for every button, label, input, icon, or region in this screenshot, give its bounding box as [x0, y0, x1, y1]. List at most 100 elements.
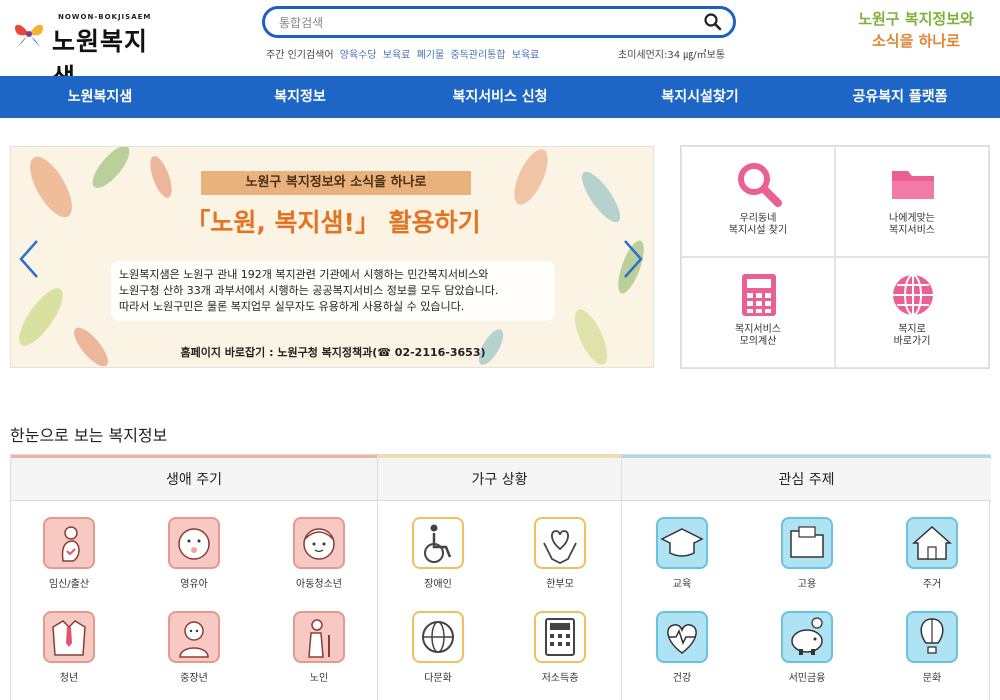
piggy-bank-icon: [781, 611, 833, 663]
tile-disabled[interactable]: 장애인: [398, 517, 478, 590]
graduation-cap-icon: [656, 517, 708, 569]
slogan-line-1: 노원구 복지정보와: [858, 10, 974, 28]
section-title: 한눈으로 보는 복지정보: [10, 426, 168, 445]
pregnancy-icon: [43, 517, 95, 569]
tile-label: 청년: [59, 673, 79, 684]
tile-label: 고용: [797, 579, 817, 590]
search-box: [262, 6, 736, 38]
tile-label: 서민금융: [788, 673, 826, 684]
globe-icon: [893, 274, 933, 316]
banner-prev-arrow-icon[interactable]: [17, 239, 41, 279]
tile-label: 중장년: [180, 673, 208, 684]
popular-keywords: 주간 인기검색어 양육수당 보육료 폐기물 중독관리통합 보육료: [266, 46, 539, 61]
quick-link-label: 나에게맞는: [889, 213, 935, 224]
quick-link-calculator[interactable]: 복지서비스 모의계산: [681, 257, 835, 368]
slogan: 노원구 복지정보와 소식을 하나로: [846, 8, 986, 52]
banner-contact: 홈페이지 바로잡기 : 노원구청 복지정책과(☎ 02-2116-3653): [180, 346, 486, 359]
tile-label: 교육: [672, 579, 692, 590]
quick-link-label: 복지시설 찾기: [728, 225, 788, 236]
nav-item-welfare-info[interactable]: 복지정보: [200, 76, 400, 118]
quick-link-label: 복지로: [898, 324, 926, 335]
tile-youth[interactable]: 아동청소년: [279, 517, 359, 590]
tile-young-adult[interactable]: 청년: [29, 611, 109, 684]
folder-icon: [781, 517, 833, 569]
slogan-line-2: 소식을 하나로: [871, 32, 961, 50]
banner-description: 노원복지샘은 노원구 관내 192개 복지관련 기관에서 시행하는 민간복지서비…: [111, 261, 555, 321]
quick-link-label: 우리동네: [739, 213, 777, 224]
nav-item-facility-search[interactable]: 복지시설찾기: [600, 76, 800, 118]
tile-infant[interactable]: 영유아: [154, 517, 234, 590]
tile-label: 임신/출산: [48, 579, 90, 590]
column-header-interests[interactable]: 관심 주제: [622, 455, 991, 501]
quick-links: 우리동네 복지시설 찾기 나에게맞는 복지서비스 복지서비스 모의계산 복지로 …: [680, 145, 990, 369]
popular-keyword-link[interactable]: 보육료: [512, 50, 540, 61]
tile-housing[interactable]: 주거: [892, 517, 972, 590]
popular-keyword-link[interactable]: 보육료: [383, 50, 411, 61]
tile-culture[interactable]: 문화: [892, 611, 972, 684]
tile-label: 주거: [922, 579, 942, 590]
infant-icon: [168, 517, 220, 569]
quick-link-label: 복지서비스: [889, 225, 935, 236]
column-interests: 관심 주제 교육 고용 주거 건강 서민금융 문화: [621, 455, 991, 700]
tile-single-parent[interactable]: 한부모: [520, 517, 600, 590]
column-header-household[interactable]: 가구 상황: [378, 455, 621, 501]
nav-item-shared-platform[interactable]: 공유복지 플랫폼: [800, 76, 1000, 118]
quick-link-facility-search[interactable]: 우리동네 복지시설 찾기: [681, 146, 835, 257]
tile-label: 한부모: [546, 579, 574, 590]
calculator-icon: [534, 611, 586, 663]
column-header-life-cycle[interactable]: 생애 주기: [11, 455, 377, 501]
quick-link-label: 복지서비스: [735, 324, 781, 335]
tile-employment[interactable]: 고용: [767, 517, 847, 590]
welfare-info-panel: 생애 주기 임신/출산 영유아 아동청소년 청년 중장년 노인 가구 상황 장애…: [10, 454, 991, 700]
popular-keywords-label: 주간 인기검색어: [266, 50, 334, 61]
column-household: 가구 상황 장애인 한부모 다문화 저소득층: [377, 455, 621, 700]
site-header: NOWON-BOKJISAEM 노원복지샘 주간 인기검색어 양육수당 보육료 …: [0, 0, 1000, 92]
quick-link-my-services[interactable]: 나에게맞는 복지서비스: [835, 146, 989, 257]
tile-label: 노인: [309, 673, 329, 684]
elderly-icon: [293, 611, 345, 663]
child-icon: [293, 517, 345, 569]
banner-ribbon: 노원구 복지정보와 소식을 하나로: [201, 171, 471, 195]
banner-next-arrow-icon[interactable]: [621, 239, 645, 279]
tile-low-income[interactable]: 저소득층: [520, 611, 600, 684]
tile-label: 장애인: [424, 579, 452, 590]
globe-icon: [412, 611, 464, 663]
logo-english-text: NOWON-BOKJISAEM: [58, 13, 152, 21]
tile-health[interactable]: 건강: [642, 611, 722, 684]
main-banner: 노원구 복지정보와 소식을 하나로 「노원, 복지샘!」 활용하기 노원복지샘은…: [10, 146, 654, 368]
tile-pregnancy[interactable]: 임신/출산: [29, 517, 109, 590]
quick-link-bokjiro[interactable]: 복지로 바로가기: [835, 257, 989, 368]
tile-label: 아동청소년: [296, 579, 342, 590]
fine-dust-status: 초미세먼지:34 ㎍/㎥보통: [618, 50, 726, 61]
nav-item-service-apply[interactable]: 복지서비스 신청: [400, 76, 600, 118]
banner-description-line: 노원복지샘은 노원구 관내 192개 복지관련 기관에서 시행하는 민간복지서비…: [119, 268, 489, 281]
quick-link-label: 모의계산: [739, 336, 777, 347]
banner-description-line: 노원구청 산하 33개 과부서에서 시행하는 공공복지서비스 정보를 모두 담았…: [119, 284, 499, 297]
search-icon[interactable]: [703, 12, 723, 32]
tile-senior[interactable]: 노인: [279, 611, 359, 684]
heart-hands-icon: [534, 517, 586, 569]
hot-air-balloon-icon: [906, 611, 958, 663]
middle-aged-icon: [168, 611, 220, 663]
tile-middle-aged[interactable]: 중장년: [154, 611, 234, 684]
tile-education[interactable]: 교육: [642, 517, 722, 590]
tile-multicultural[interactable]: 다문화: [398, 611, 478, 684]
site-logo[interactable]: NOWON-BOKJISAEM 노원복지샘: [10, 10, 170, 92]
main-nav: 노원복지샘 복지정보 복지서비스 신청 복지시설찾기 공유복지 플랫폼: [0, 76, 1000, 118]
heart-pulse-icon: [656, 611, 708, 663]
search-icon: [738, 163, 782, 207]
tile-finance[interactable]: 서민금융: [767, 611, 847, 684]
quick-link-label: 바로가기: [893, 336, 931, 347]
tile-label: 건강: [672, 673, 692, 684]
logo-mark-icon: [14, 24, 44, 47]
tile-label: 다문화: [424, 673, 452, 684]
column-life-cycle: 생애 주기 임신/출산 영유아 아동청소년 청년 중장년 노인: [11, 455, 377, 700]
banner-title: 「노원, 복지샘!」 활용하기: [185, 208, 481, 237]
banner-description-line: 따라서 노원구민은 물론 복지업무 실무자도 유용하게 사용하실 수 있습니다.: [119, 300, 465, 313]
popular-keyword-link[interactable]: 폐기물: [417, 50, 445, 61]
nav-item-nowon-bokjisaem[interactable]: 노원복지샘: [0, 76, 200, 118]
search-input[interactable]: [279, 13, 679, 33]
tile-label: 문화: [922, 673, 942, 684]
popular-keyword-link[interactable]: 양육수당: [340, 50, 377, 61]
popular-keyword-link[interactable]: 중독관리통합: [450, 50, 505, 61]
